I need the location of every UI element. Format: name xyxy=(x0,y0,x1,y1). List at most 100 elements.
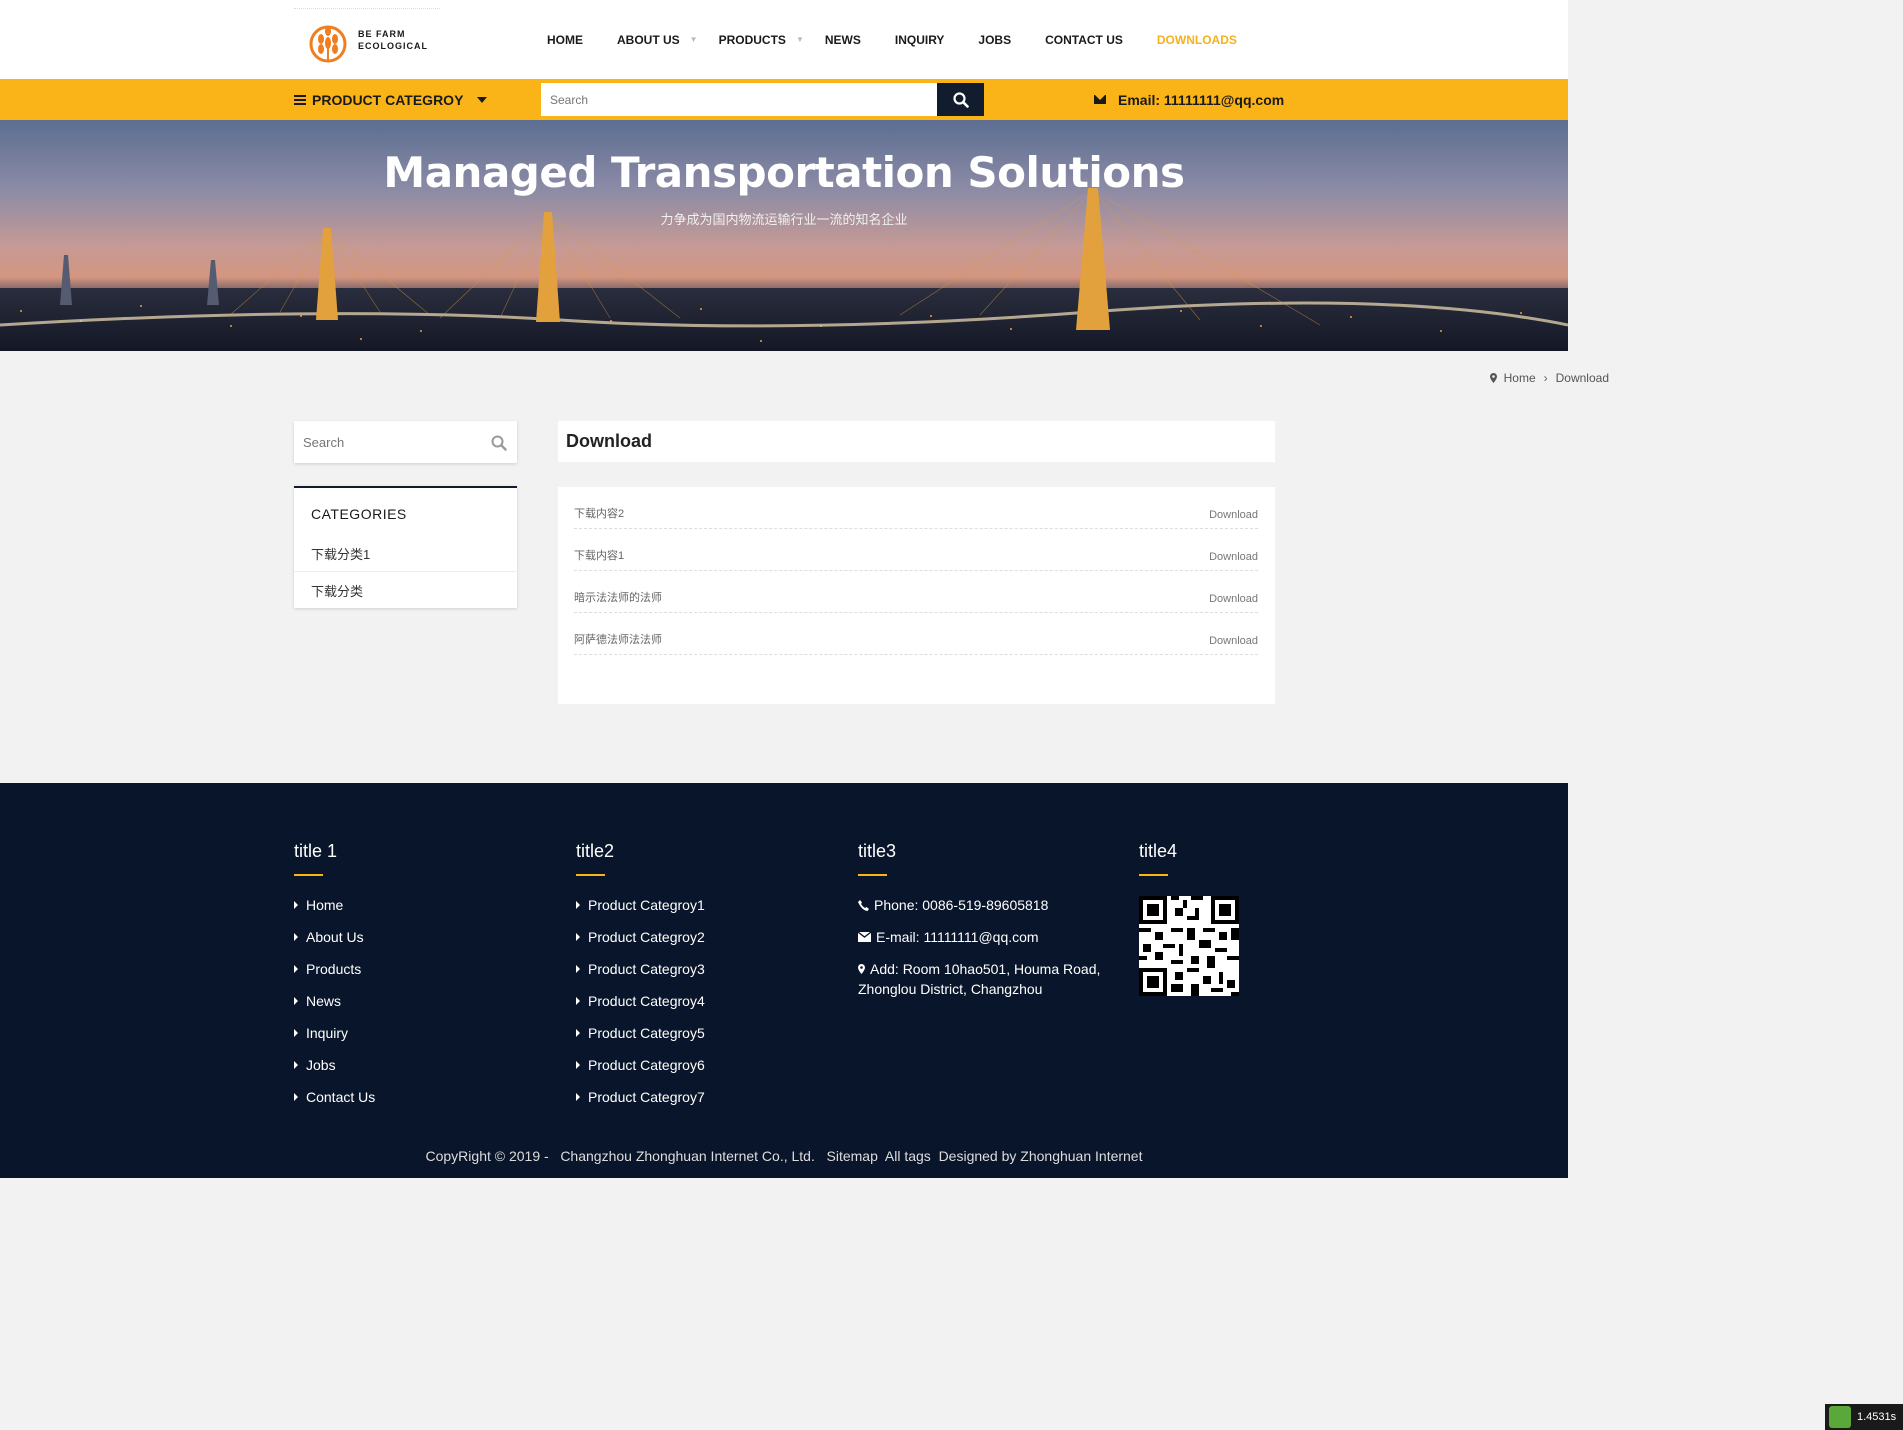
load-timer-text: 1.4531s xyxy=(1857,1411,1897,1423)
wheat-logo-icon xyxy=(309,25,347,62)
phone-icon xyxy=(858,899,869,911)
download-link[interactable]: Download xyxy=(1209,635,1258,647)
caret-right-icon xyxy=(576,1093,580,1101)
caret-right-icon xyxy=(294,1029,298,1037)
load-timer-badge: 1.4531s xyxy=(1825,1404,1903,1430)
caret-right-icon xyxy=(576,1061,580,1069)
footer-link-category[interactable]: Product Categroy6 xyxy=(576,1057,705,1073)
page-title: Download xyxy=(558,421,1275,462)
caret-right-icon xyxy=(576,997,580,1005)
caret-right-icon xyxy=(294,901,298,909)
caret-right-icon xyxy=(294,933,298,941)
footer-link-contact[interactable]: Contact Us xyxy=(294,1089,375,1105)
nav-contact-us[interactable]: CONTACT US xyxy=(1045,33,1123,47)
footer-email[interactable]: E-mail: 11111111@qq.com xyxy=(858,927,1039,947)
footer-col3-title: title3 xyxy=(858,841,897,861)
caret-right-icon xyxy=(576,1029,580,1037)
footer-link-inquiry[interactable]: Inquiry xyxy=(294,1025,348,1041)
category-search-bar: PRODUCT CATEGROY Email: 11111111@qq.com xyxy=(0,79,1568,120)
download-link[interactable]: Download xyxy=(1209,551,1258,563)
footer-col1-underline xyxy=(294,874,323,876)
category-item[interactable]: 下载分类 xyxy=(294,572,517,609)
top-search-input[interactable] xyxy=(541,83,937,116)
list-item: 下载内容1 Download xyxy=(574,529,1258,571)
nav-inquiry[interactable]: INQUIRY xyxy=(895,33,945,47)
site-header: BE FARM ECOLOGICAL HOME ABOUT US ▼ PRODUC… xyxy=(0,0,1568,79)
nav-news[interactable]: NEWS xyxy=(825,33,861,47)
download-list: 下载内容2 Download 下载内容1 Download 暗示法法师的法师 D… xyxy=(558,487,1275,704)
qr-code-image xyxy=(1139,896,1239,996)
location-pin-icon xyxy=(1489,373,1497,383)
search-icon[interactable] xyxy=(491,435,507,451)
nav-about-us[interactable]: ABOUT US ▼ xyxy=(617,33,698,47)
nav-jobs[interactable]: JOBS xyxy=(978,33,1011,47)
category-item[interactable]: 下载分类1 xyxy=(294,535,517,572)
site-footer: title 1 Home About Us Products News Inqu… xyxy=(0,783,1568,1178)
footer-col1-title: title 1 xyxy=(294,841,338,861)
footer-link-jobs[interactable]: Jobs xyxy=(294,1057,336,1073)
categories-panel: CATEGORIES 下载分类1 下载分类 xyxy=(294,486,517,608)
logo-text: BE FARM ECOLOGICAL xyxy=(358,28,428,51)
footer-link-about[interactable]: About Us xyxy=(294,929,364,945)
footer-col4-title: title4 xyxy=(1139,841,1178,861)
footer-link-category[interactable]: Product Categroy4 xyxy=(576,993,705,1009)
caret-right-icon xyxy=(294,1061,298,1069)
hero-banner: Managed Transportation Solutions 力争成为国内物… xyxy=(0,120,1568,351)
footer-phone: Phone: 0086-519-89605818 xyxy=(858,895,1048,915)
list-item: 暗示法法师的法师 Download xyxy=(574,571,1258,613)
download-item-name[interactable]: 下载内容1 xyxy=(574,547,624,563)
breadcrumb-home[interactable]: Home xyxy=(1504,371,1536,385)
download-item-name[interactable]: 阿萨德法师法法师 xyxy=(574,631,662,647)
leaf-icon xyxy=(1829,1406,1851,1428)
download-link[interactable]: Download xyxy=(1209,509,1258,521)
categories-title: CATEGORIES xyxy=(311,506,407,522)
breadcrumb-current: Download xyxy=(1555,371,1609,385)
footer-link-category[interactable]: Product Categroy5 xyxy=(576,1025,705,1041)
envelope-icon xyxy=(1094,95,1106,104)
main-nav: HOME ABOUT US ▼ PRODUCTS ▼ NEWS INQUIRY JO… xyxy=(530,0,1254,79)
product-category-dropdown[interactable]: PRODUCT CATEGROY xyxy=(294,79,488,120)
header-email[interactable]: Email: 11111111@qq.com xyxy=(1094,79,1284,120)
top-search-button[interactable] xyxy=(937,83,984,116)
caret-right-icon xyxy=(294,997,298,1005)
download-item-name[interactable]: 下载内容2 xyxy=(574,505,624,521)
footer-col2-title: title2 xyxy=(576,841,615,861)
nav-home[interactable]: HOME xyxy=(547,33,583,47)
footer-address: Add: Room 10hao501, Houma Road, Zhonglou… xyxy=(858,961,1101,997)
breadcrumb: Home › Download xyxy=(1489,371,1609,385)
caret-right-icon xyxy=(576,901,580,909)
chevron-down-icon: ▼ xyxy=(795,35,804,44)
copyright-text: CopyRight © 2019 - Changzhou Zhonghuan I… xyxy=(425,1148,1143,1164)
search-icon xyxy=(952,91,969,108)
footer-link-products[interactable]: Products xyxy=(294,961,361,977)
footer-link-category[interactable]: Product Categroy1 xyxy=(576,897,705,913)
banner-subtitle: 力争成为国内物流运输行业一流的知名企业 xyxy=(660,212,908,227)
footer-link-category[interactable]: Product Categroy7 xyxy=(576,1089,705,1105)
chevron-down-icon: ▼ xyxy=(689,35,698,44)
footer-col3-underline xyxy=(858,874,887,876)
footer-link-news[interactable]: News xyxy=(294,993,341,1009)
footer-link-category[interactable]: Product Categroy3 xyxy=(576,961,705,977)
download-link[interactable]: Download xyxy=(1209,593,1258,605)
footer-col4-underline xyxy=(1139,874,1168,876)
list-item: 阿萨德法师法法师 Download xyxy=(574,613,1258,655)
caret-right-icon xyxy=(576,933,580,941)
banner-title: Managed Transportation Solutions xyxy=(383,148,1185,197)
product-category-label: PRODUCT CATEGROY xyxy=(312,91,464,108)
footer-col2-underline xyxy=(576,874,605,876)
logo[interactable]: BE FARM ECOLOGICAL xyxy=(294,8,440,70)
download-item-name[interactable]: 暗示法法师的法师 xyxy=(574,589,662,605)
location-pin-icon xyxy=(858,964,865,974)
menu-icon xyxy=(294,94,306,105)
caret-right-icon xyxy=(294,1093,298,1101)
sidebar-search-input[interactable] xyxy=(294,421,474,463)
caret-down-icon xyxy=(477,96,488,103)
nav-downloads[interactable]: DOWNLOADS xyxy=(1157,33,1237,47)
nav-products[interactable]: PRODUCTS ▼ xyxy=(719,33,804,47)
sidebar-search xyxy=(294,421,517,463)
footer-link-category[interactable]: Product Categroy2 xyxy=(576,929,705,945)
chevron-right-icon: › xyxy=(1543,371,1548,385)
header-email-text: Email: 11111111@qq.com xyxy=(1118,91,1285,108)
envelope-icon xyxy=(858,932,871,942)
footer-link-home[interactable]: Home xyxy=(294,897,343,913)
